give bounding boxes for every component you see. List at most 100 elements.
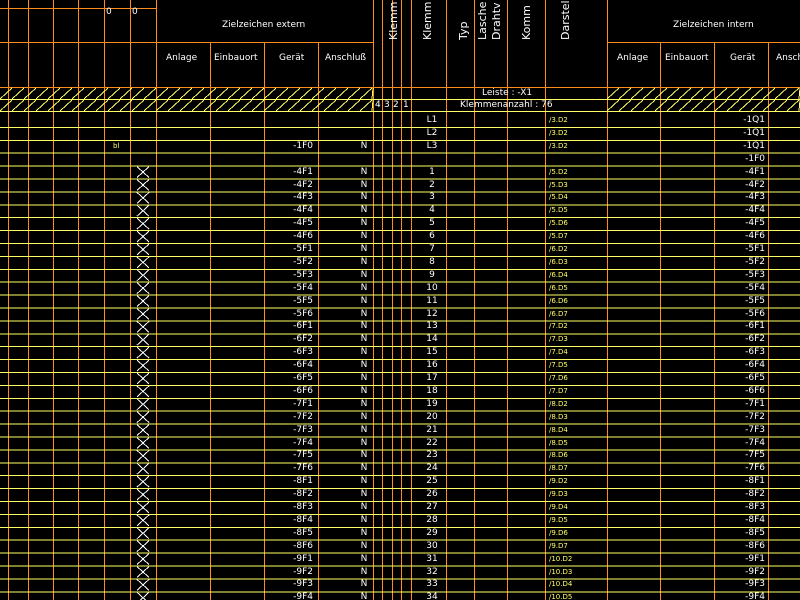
darstellung-cell: /6.D4 xyxy=(549,270,568,279)
darstellung-cell: /9.D2 xyxy=(549,477,568,486)
darstellung-cell: /8.D5 xyxy=(549,438,568,447)
hatch-line xyxy=(726,99,740,112)
int-geraet-cell: -5F2 xyxy=(745,256,765,267)
darstellung-cell: /8.D3 xyxy=(549,412,568,421)
anschluss-cell: N xyxy=(360,282,368,293)
int-col-geraet: Gerät xyxy=(730,53,756,63)
klemme-cell: 22 xyxy=(426,437,438,448)
hatch-line xyxy=(618,87,632,100)
hatch-line xyxy=(287,99,301,112)
ext-geraet-cell: -7F4 xyxy=(293,437,313,448)
ext-geraet-cell: -8F5 xyxy=(293,527,313,538)
hatch-line xyxy=(347,99,361,112)
hatch-line xyxy=(227,99,241,112)
klemme-cell: 18 xyxy=(426,385,438,396)
hatch-line xyxy=(335,99,349,112)
darstellung-cell: /9.D6 xyxy=(549,528,568,537)
darstellung-cell: /8.D4 xyxy=(549,425,568,434)
ext-col-anschluss: Anschluß xyxy=(325,53,367,63)
hatch-line xyxy=(630,87,644,100)
hatch-line xyxy=(167,87,181,100)
hatch-line xyxy=(95,87,109,100)
hatch-line xyxy=(59,99,73,112)
hatch-line xyxy=(786,87,800,100)
ext-geraet-cell: -1F0 xyxy=(293,140,313,151)
klemme-cell: 14 xyxy=(426,334,438,345)
hatch-line xyxy=(167,99,181,112)
int-geraet-cell: -6F6 xyxy=(745,385,765,396)
bridge-num-4: 4 xyxy=(375,100,381,110)
hatch-line xyxy=(83,99,97,112)
darstellung-cell: /8.D2 xyxy=(549,399,568,408)
bridge-num-1: 1 xyxy=(403,100,409,110)
ext-geraet-cell: -4F5 xyxy=(293,218,313,229)
klemme-cell: 33 xyxy=(426,579,438,590)
hatch-line xyxy=(666,87,680,100)
klemme-cell: 27 xyxy=(426,502,438,512)
int-geraet-cell: -6F1 xyxy=(745,321,765,332)
ext-geraet-cell: -4F1 xyxy=(293,166,313,177)
darstellung-cell: /5.D2 xyxy=(549,167,568,176)
int-geraet-cell: -6F5 xyxy=(745,373,765,383)
ext-geraet-cell: -8F4 xyxy=(293,514,313,525)
top-mark-1: 0 xyxy=(132,7,138,17)
int-geraet-cell: -6F4 xyxy=(745,360,765,371)
darstellung-cell: /6.D3 xyxy=(549,257,568,266)
int-geraet-cell: -7F6 xyxy=(745,463,765,474)
ext-geraet-cell: -6F4 xyxy=(293,360,313,371)
int-geraet-cell: -1Q1 xyxy=(743,115,765,125)
anschluss-cell: N xyxy=(360,308,368,319)
top-mark-0: 0 xyxy=(106,7,112,17)
klemme-cell: L1 xyxy=(426,115,438,125)
ext-geraet-cell: -8F6 xyxy=(293,540,313,551)
hatch-line xyxy=(263,99,277,112)
anschluss-cell: N xyxy=(360,295,368,306)
darstellung-cell: /9.D3 xyxy=(549,490,568,499)
klemme-cell: 32 xyxy=(426,566,438,577)
int-geraet-cell: -7F4 xyxy=(745,437,765,448)
anschluss-cell: N xyxy=(360,179,368,190)
hatch-line xyxy=(251,99,265,112)
int-geraet-cell: -4F6 xyxy=(745,231,765,242)
darstellung-cell: /6.D7 xyxy=(549,309,568,318)
hatch-line xyxy=(251,87,265,100)
klemme-cell: 6 xyxy=(429,231,435,242)
ext-geraet-cell: -7F6 xyxy=(293,463,313,474)
anschluss-cell: N xyxy=(360,502,368,512)
hatch-line xyxy=(702,99,716,112)
klemmenanzahl-label: Klemmenanzahl : 76 xyxy=(460,100,553,110)
leiste-label: Leiste : -X1 xyxy=(482,88,533,98)
terminal-diagram-sheet: Zielzeichen extern Zielzeichen intern 0 … xyxy=(0,0,800,600)
hatch-line xyxy=(239,87,253,100)
hatch-line xyxy=(606,99,620,112)
anschluss-cell: N xyxy=(360,450,368,461)
hatch-line xyxy=(606,87,620,100)
hatch-line xyxy=(359,99,373,112)
hatch-line xyxy=(131,99,145,112)
hatch-line xyxy=(191,99,205,112)
int-geraet-cell: -4F1 xyxy=(745,166,765,177)
anschluss-cell: N xyxy=(360,514,368,525)
anschluss-cell: N xyxy=(360,579,368,590)
klemme-cell: L3 xyxy=(426,140,438,151)
klemme-cell: 2 xyxy=(429,179,435,190)
bridge-num-3: 3 xyxy=(384,100,390,110)
klemme-cell: 29 xyxy=(426,527,438,538)
int-geraet-cell: -6F2 xyxy=(745,334,765,345)
klemme-cell: 16 xyxy=(426,360,438,371)
int-geraet-cell: -5F4 xyxy=(745,282,765,293)
hatch-line xyxy=(371,87,374,100)
ext-geraet-cell: -5F1 xyxy=(293,244,313,254)
klemme-cell: 23 xyxy=(426,450,438,461)
int-geraet-cell: -5F6 xyxy=(745,308,765,319)
darstellung-cell: /7.D6 xyxy=(549,374,568,382)
hatch-line xyxy=(714,87,728,100)
klemme-cell: 34 xyxy=(426,592,438,600)
darstellung-cell: /7.D5 xyxy=(549,361,568,370)
klemme-cell: 17 xyxy=(426,373,438,383)
anschluss-cell: N xyxy=(360,398,368,409)
hatch-line xyxy=(642,99,656,112)
int-geraet-cell: -5F5 xyxy=(745,295,765,306)
hatch-line xyxy=(335,87,349,100)
anschluss-cell: N xyxy=(360,489,368,500)
